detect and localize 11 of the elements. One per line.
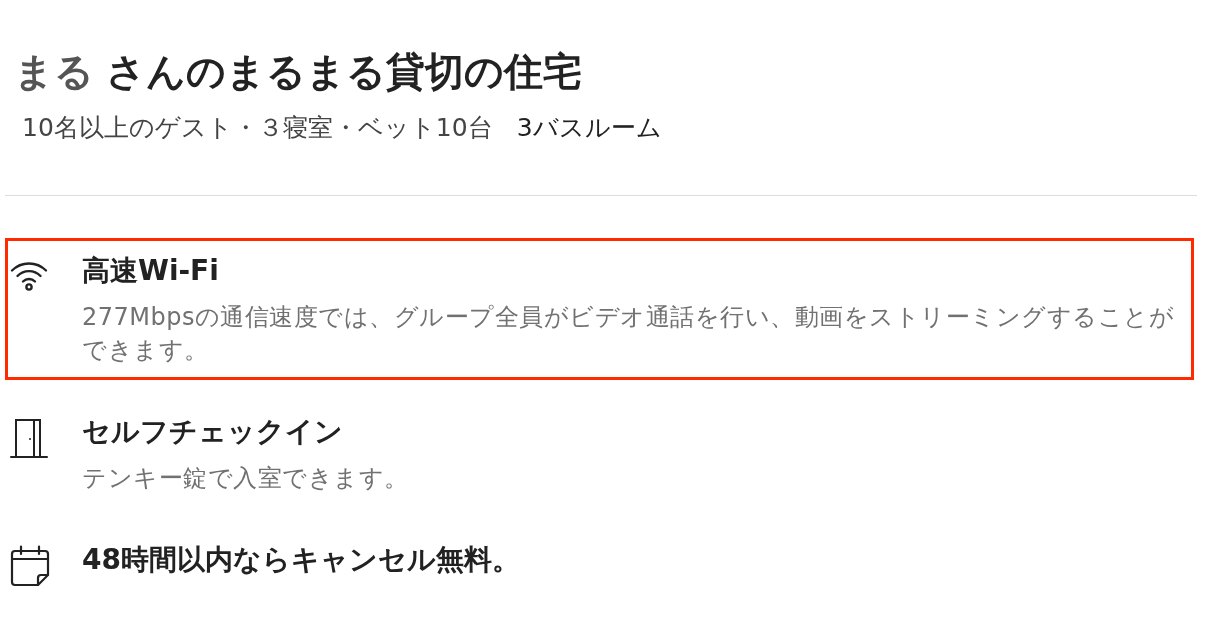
- calendar-icon: [10, 545, 50, 587]
- amenity-title: 48時間以内ならキャンセル無料。: [82, 542, 521, 578]
- bathroom-count: 3バスルーム: [516, 112, 662, 144]
- guest-room-summary: 10名以上のゲスト・３寝室・ベット10台: [22, 112, 493, 144]
- amenity-title: 高速Wi-Fi: [82, 253, 220, 289]
- door-icon: [10, 418, 48, 458]
- amenity-description: テンキー錠で入室できます。: [82, 463, 410, 494]
- wifi-icon: [10, 261, 48, 291]
- listing-title: まる さんのまるまる貸切の住宅: [14, 48, 583, 96]
- amenity-title: セルフチェックイン: [82, 414, 344, 450]
- amenity-description: 277Mbpsの通信速度では、グループ全員がビデオ通話を行い、動画をストリーミングすることができます。: [82, 302, 1176, 366]
